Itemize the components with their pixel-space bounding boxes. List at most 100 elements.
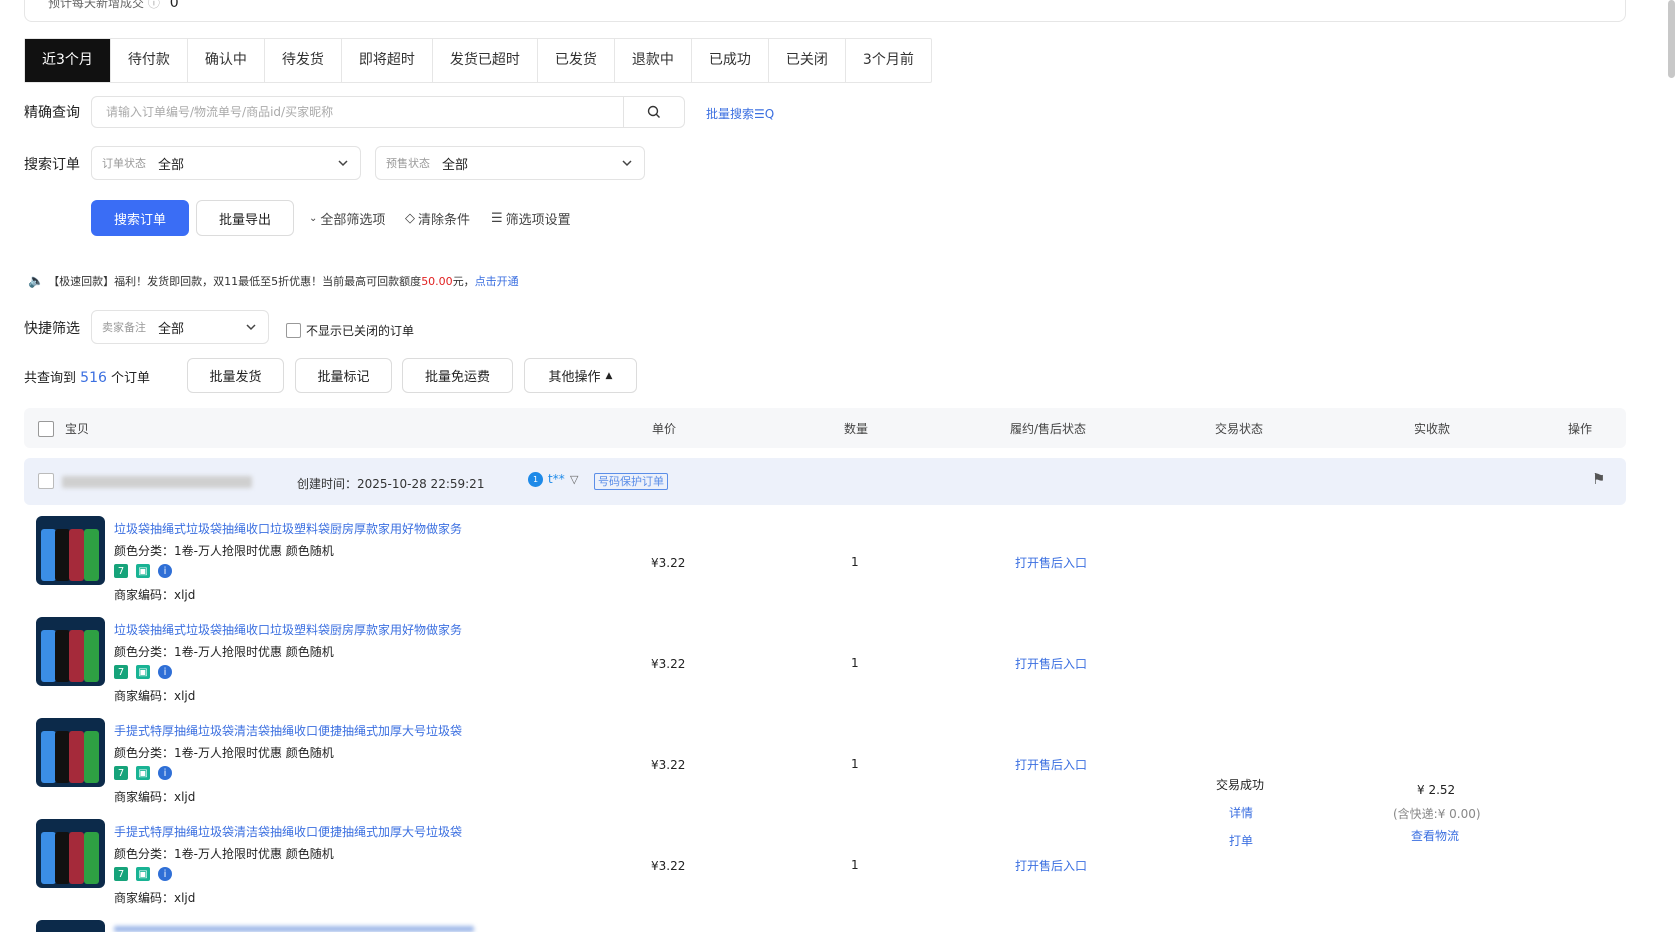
product-tags: 7 ▣ i (114, 665, 172, 679)
result-summary-prefix: 共查询到 (24, 371, 77, 386)
tab-closed[interactable]: 已关闭 (769, 39, 846, 82)
tab-recent-3-months[interactable]: 近3个月 (25, 39, 111, 82)
eraser-icon: ◇ (405, 211, 415, 226)
view-logistics-link[interactable]: 查看物流 (1411, 827, 1459, 844)
order-status-label: 订单状态 (102, 157, 146, 170)
batch-export-button[interactable]: 批量导出 (196, 200, 294, 236)
trade-status: 交易成功 (1216, 778, 1265, 792)
chevron-down-icon (338, 160, 348, 167)
summary-card-text: 预计每天新增成交 ⓘ 0 (48, 0, 179, 11)
product-title-link[interactable]: 垃圾袋抽绳式垃圾袋抽绳收口垃圾塑料袋厨房厚款家用好物做家务 (114, 520, 462, 537)
presale-status-select[interactable]: 预售状态 全部 (375, 146, 645, 180)
other-actions-label: 其他操作 (548, 370, 601, 385)
buyer-chat-icon[interactable]: 1 (528, 472, 543, 487)
quantity: 1 (851, 656, 859, 670)
product-thumbnail[interactable] (36, 819, 105, 888)
shield-icon: ▣ (136, 564, 150, 578)
all-filters-button[interactable]: ⌄ 全部筛选项 (309, 209, 385, 228)
other-actions-button[interactable]: 其他操作 ▲ (524, 358, 637, 393)
print-order-link[interactable]: 打单 (1229, 832, 1253, 849)
product-title-link[interactable]: 手提式特厚抽绳垃圾袋清洁袋抽绳收口便捷抽绳式加厚大号垃圾袋 (114, 722, 462, 739)
col-unit-price: 单价 (652, 422, 677, 436)
product-thumbnail[interactable] (36, 718, 105, 787)
filter-icon[interactable]: ▽ (570, 473, 578, 486)
info-icon[interactable]: i (158, 665, 172, 679)
tab-about-to-timeout[interactable]: 即将超时 (342, 39, 433, 82)
scrollbar[interactable] (1668, 0, 1675, 78)
product-thumbnail[interactable] (36, 516, 105, 585)
tab-succeeded[interactable]: 已成功 (692, 39, 769, 82)
batch-ship-button[interactable]: 批量发货 (187, 358, 284, 393)
tab-pending-shipment[interactable]: 待发货 (265, 39, 342, 82)
batch-search-link[interactable]: 批量搜索☰Q (706, 105, 774, 122)
product-spec: 颜色分类：1卷-万人抢限时优惠 颜色随机 (114, 544, 334, 558)
product-spec: 颜色分类：1卷-万人抢限时优惠 颜色随机 (114, 645, 334, 659)
precise-search-box (91, 96, 685, 128)
flag-icon[interactable]: ⚑ (1592, 470, 1605, 488)
result-summary-suffix: 个订单 (111, 371, 151, 386)
presale-status-label: 预售状态 (386, 157, 430, 170)
tab-shipped[interactable]: 已发货 (538, 39, 615, 82)
col-trade-status: 交易状态 (1215, 422, 1264, 436)
activate-link[interactable]: 点击开通 (475, 273, 519, 289)
list-icon: ☰ (491, 211, 503, 226)
precise-search-label: 精确查询 (24, 105, 80, 121)
batch-search-label: 批量搜索 (706, 107, 755, 121)
after-sale-link[interactable]: 打开售后入口 (1015, 857, 1087, 874)
quantity: 1 (851, 757, 859, 771)
product-title-link[interactable]: 手提式特厚抽绳垃圾袋清洁袋抽绳收口便捷抽绳式加厚大号垃圾袋 (114, 823, 462, 840)
filter-settings-label: 筛选项设置 (505, 213, 571, 228)
col-item: 宝贝 (65, 422, 90, 436)
product-thumbnail[interactable] (36, 617, 105, 686)
list-item: 手提式特厚抽绳垃圾袋清洁袋抽绳收口便捷抽绳式加厚大号垃圾袋 颜色分类：1卷-万人… (36, 819, 1596, 919)
precise-search-input[interactable] (104, 97, 628, 127)
product-title-link[interactable]: 垃圾袋抽绳式垃圾袋抽绳收口垃圾塑料袋厨房厚款家用好物做家务 (114, 621, 462, 638)
seller-remark-label: 卖家备注 (102, 321, 146, 334)
search-button[interactable] (623, 97, 684, 127)
seller-remark-value: 全部 (158, 321, 185, 337)
summary-card-label: 预计每天新增成交 (48, 0, 145, 10)
merchant-code: 商家编码：xljd (114, 891, 196, 905)
after-sale-link[interactable]: 打开售后入口 (1015, 655, 1087, 672)
info-icon[interactable]: i (158, 867, 172, 881)
seller-remark-select[interactable]: 卖家备注 全部 (91, 310, 269, 344)
order-created-time: 创建时间：2025-10-28 22:59:21 (297, 477, 485, 491)
seven-day-icon: 7 (114, 867, 128, 881)
info-icon[interactable]: i (158, 564, 172, 578)
filter-settings-button[interactable]: ☰ 筛选项设置 (491, 209, 571, 228)
clear-conditions-button[interactable]: ◇ 清除条件 (405, 209, 470, 228)
unit-price: ¥3.22 (651, 657, 686, 671)
hide-closed-checkbox[interactable] (286, 323, 301, 338)
product-spec: 颜色分类：1卷-万人抢限时优惠 颜色随机 (114, 847, 334, 861)
tab-pending-payment[interactable]: 待付款 (111, 39, 188, 82)
col-quantity: 数量 (844, 422, 869, 436)
list-item: 垃圾袋抽绳式垃圾袋抽绳收口垃圾塑料袋厨房厚款家用好物做家务 颜色分类：1卷-万人… (36, 617, 1596, 717)
buyer-name[interactable]: t** (548, 472, 565, 486)
order-status-select[interactable]: 订单状态 全部 (91, 146, 361, 180)
list-item: 垃圾袋抽绳式垃圾袋抽绳收口垃圾塑料袋厨房厚款家用好物做家务 颜色分类：1卷-万人… (36, 516, 1596, 616)
order-checkbox[interactable] (38, 473, 54, 489)
search-orders-button[interactable]: 搜索订单 (91, 200, 189, 236)
summary-card (24, 0, 1626, 22)
order-detail-link[interactable]: 详情 (1229, 804, 1253, 821)
received-amount: ¥ 2.52 (1417, 783, 1456, 797)
chevron-up-icon: ▲ (605, 370, 613, 381)
list-search-icon: ☰Q (754, 107, 775, 121)
merchant-code: 商家编码：xljd (114, 790, 196, 804)
select-all-checkbox[interactable] (38, 421, 54, 437)
batch-mark-button[interactable]: 批量标记 (295, 358, 392, 393)
quick-filter-label: 快捷筛选 (24, 321, 80, 337)
info-icon[interactable]: i (158, 766, 172, 780)
shield-icon: ▣ (136, 867, 150, 881)
hide-closed-option[interactable]: 不显示已关闭的订单 (286, 322, 414, 339)
tab-confirming[interactable]: 确认中 (188, 39, 265, 82)
tab-shipment-timeout[interactable]: 发货已超时 (433, 39, 538, 82)
tab-older-than-3-months[interactable]: 3个月前 (846, 39, 931, 82)
product-thumbnail[interactable] (36, 920, 105, 932)
product-spec: 颜色分类：1卷-万人抢限时优惠 颜色随机 (114, 746, 334, 760)
search-icon (647, 105, 660, 118)
after-sale-link[interactable]: 打开售后入口 (1015, 756, 1087, 773)
batch-free-shipping-button[interactable]: 批量免运费 (402, 358, 513, 393)
after-sale-link[interactable]: 打开售后入口 (1015, 554, 1087, 571)
tab-refunding[interactable]: 退款中 (615, 39, 692, 82)
